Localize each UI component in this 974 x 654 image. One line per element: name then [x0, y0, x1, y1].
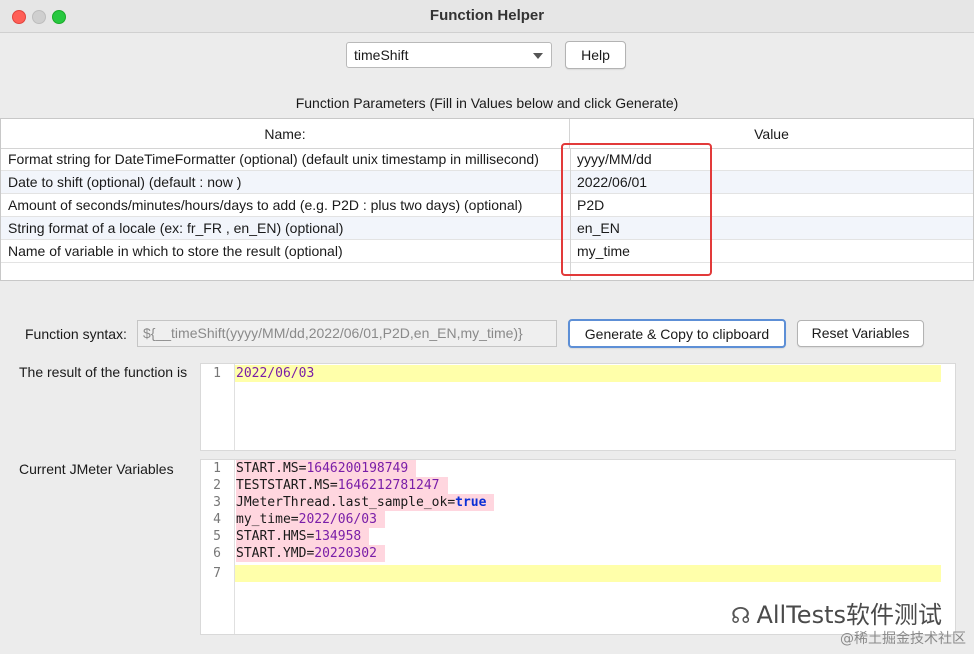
line-number: 4	[213, 512, 221, 527]
column-header-name: Name:	[1, 119, 570, 148]
param-value-input[interactable]: en_EN	[577, 220, 620, 236]
params-table-header: Name: Value	[1, 119, 973, 149]
window-title: Function Helper	[429, 7, 545, 24]
line-number: 2	[213, 478, 221, 493]
param-value-input[interactable]: yyyy/MM/dd	[577, 151, 652, 167]
code-line: 5 START.HMS=134958	[201, 528, 955, 545]
wechat-icon: ☊	[730, 604, 751, 629]
generate-copy-button[interactable]: Generate & Copy to clipboard	[568, 319, 786, 348]
param-name: Name of variable in which to store the r…	[8, 243, 343, 259]
variable-value: 2022/06/03	[298, 512, 377, 527]
line-number: 7	[213, 566, 221, 581]
help-button[interactable]: Help	[565, 41, 626, 69]
watermark-text: AllTests软件测试	[756, 601, 942, 629]
param-row[interactable]: String format of a locale (ex: fr_FR , e…	[1, 217, 973, 240]
variable-key: TESTSTART.MS	[236, 478, 330, 493]
params-caption: Function Parameters (Fill in Values belo…	[295, 95, 679, 111]
param-name: String format of a locale (ex: fr_FR , e…	[8, 220, 344, 236]
variables-label: Current JMeter Variables	[19, 461, 174, 477]
function-select-value: timeShift	[354, 47, 409, 63]
param-name: Date to shift (optional) (default : now …	[8, 174, 242, 190]
variable-value: 134958	[314, 529, 362, 544]
params-table: Name: Value Format string for DateTimeFo…	[0, 118, 974, 281]
title-bar: Function Helper	[0, 0, 974, 33]
param-name: Amount of seconds/minutes/hours/days to …	[8, 197, 523, 213]
param-value-input[interactable]: my_time	[577, 243, 630, 259]
function-syntax-label: Function syntax:	[25, 326, 127, 342]
variable-key: JMeterThread.last_sample_ok	[236, 495, 448, 510]
code-line: 3 JMeterThread.last_sample_ok=true	[201, 494, 955, 511]
param-value-input[interactable]: 2022/06/01	[577, 174, 647, 190]
function-syntax-field[interactable]: ${__timeShift(yyyy/MM/dd,2022/06/01,P2D,…	[137, 320, 557, 347]
code-line: 1 2022/06/03	[201, 365, 955, 382]
variable-value: 1646200198749	[306, 461, 409, 476]
result-editor[interactable]: 1 2022/06/03	[200, 363, 956, 451]
watermark: ☊ AllTests软件测试	[731, 595, 942, 630]
code-line: 4 my_time=2022/06/03	[201, 511, 955, 528]
watermark-subtext: @稀土掘金技术社区	[840, 631, 966, 647]
code-line: 2 TESTSTART.MS=1646212781247	[201, 477, 955, 494]
column-header-value: Value	[754, 126, 789, 142]
variable-key: START.HMS	[236, 529, 307, 544]
param-name: Format string for DateTimeFormatter (opt…	[8, 151, 539, 167]
code-line: 1 START.MS=1646200198749	[201, 460, 955, 477]
param-row[interactable]: Amount of seconds/minutes/hours/days to …	[1, 194, 973, 217]
reset-variables-button[interactable]: Reset Variables	[797, 320, 924, 347]
param-row[interactable]: Name of variable in which to store the r…	[1, 240, 973, 263]
function-select[interactable]: timeShift	[346, 42, 552, 68]
param-row-empty	[1, 263, 973, 280]
variable-key: START.YMD	[236, 546, 307, 561]
param-row[interactable]: Format string for DateTimeFormatter (opt…	[1, 148, 973, 171]
param-row[interactable]: Date to shift (optional) (default : now …	[1, 171, 973, 194]
variable-key: START.MS	[236, 461, 299, 476]
code-line: 6 START.YMD=20220302	[201, 545, 955, 562]
result-value: 2022/06/03	[236, 366, 315, 381]
line-number: 1	[213, 461, 221, 476]
chevron-down-icon	[533, 53, 543, 59]
line-number: 5	[213, 529, 221, 544]
line-number: 1	[213, 366, 221, 381]
param-value-input[interactable]: P2D	[577, 197, 604, 213]
line-number: 6	[213, 546, 221, 561]
line-number: 3	[213, 495, 221, 510]
variable-value: 1646212781247	[337, 478, 440, 493]
code-line: 7	[201, 565, 955, 582]
variable-value: true	[455, 495, 487, 510]
result-label: The result of the function is	[19, 364, 188, 380]
variable-value: 20220302	[314, 546, 377, 561]
variable-key: my_time	[236, 512, 291, 527]
